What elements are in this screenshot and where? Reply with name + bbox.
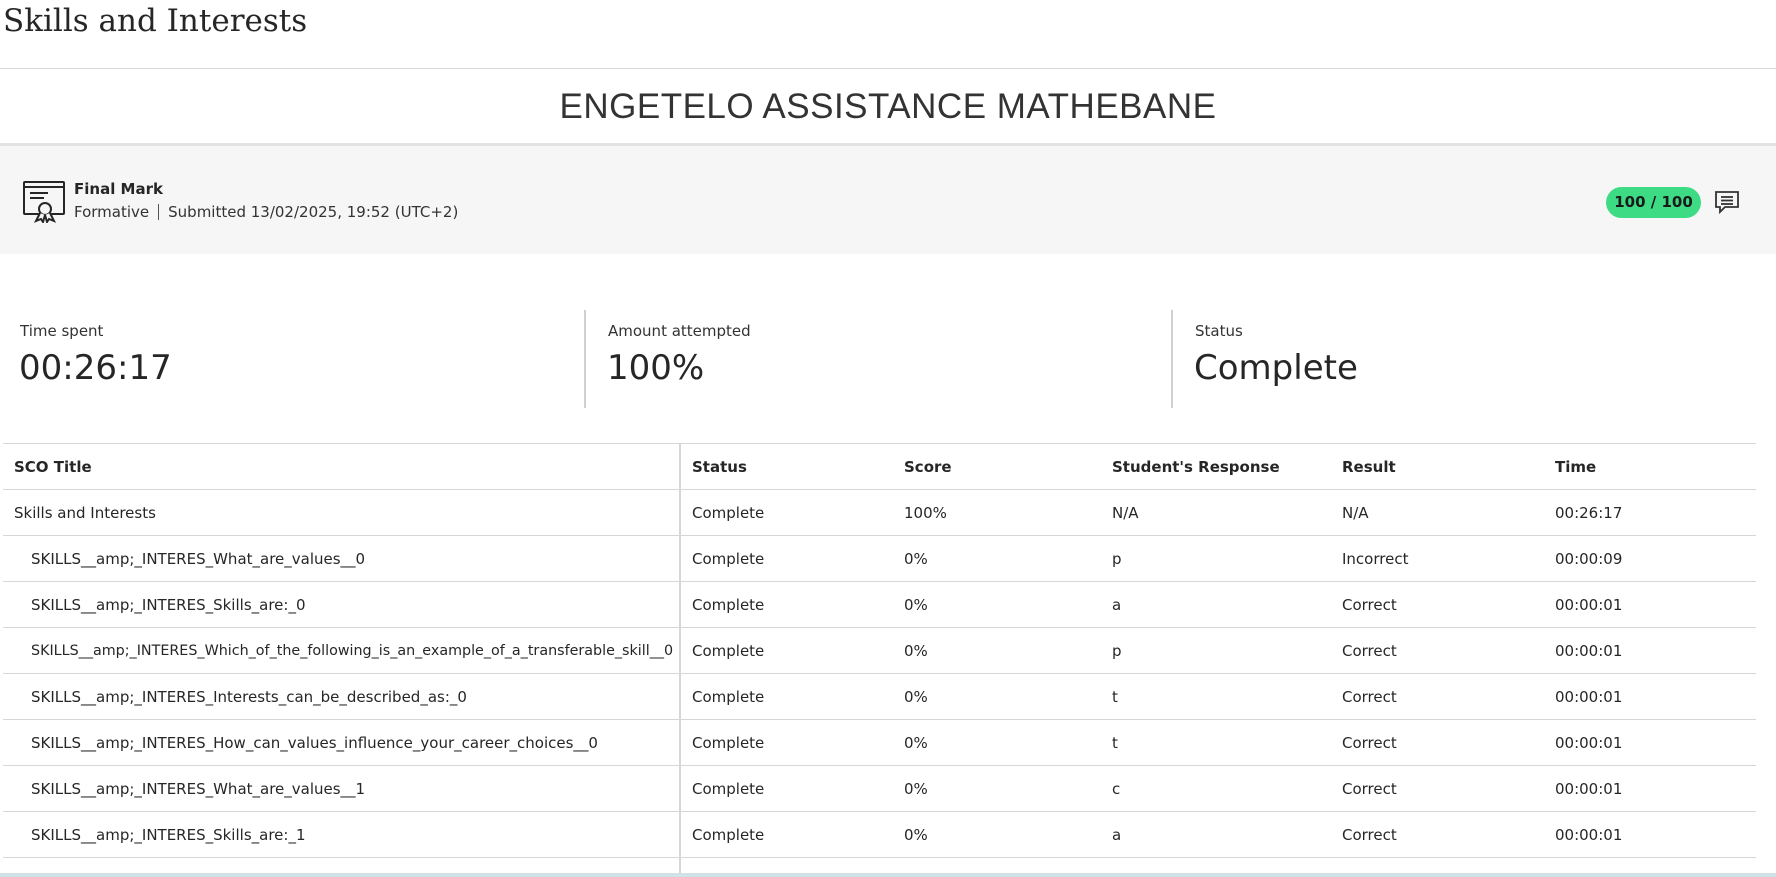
assessment-type: Formative — [74, 203, 150, 221]
final-mark-meta: Formative Submitted 13/02/2025, 19:52 (UT… — [74, 203, 458, 221]
cell-response: p — [1101, 627, 1331, 674]
cell-status: Complete — [680, 627, 893, 674]
cell-result: Correct — [1331, 765, 1544, 812]
cell-time: 00:00:01 — [1544, 627, 1756, 674]
cell-response: a — [1101, 811, 1331, 858]
stat-amount-attempted: Amount attempted 100% — [588, 310, 1173, 410]
cell-title: SKILLS__amp;_INTERES_What_are_values__0 — [3, 535, 681, 582]
cell-result: Correct — [1331, 581, 1544, 628]
header-sco-title: SCO Title — [3, 443, 681, 490]
header-score: Score — [893, 443, 1101, 490]
cell-time: 00:00:01 — [1544, 811, 1756, 858]
cell-title: SKILLS__amp;_INTERES_What_are_values__1 — [3, 765, 681, 812]
table-row: SKILLS__amp;_INTERES_What_are_values__0 … — [3, 535, 1756, 582]
table-row: Skills and Interests Complete 100% N/A N… — [3, 489, 1756, 536]
cell-score: 0% — [893, 811, 1101, 858]
table-row: SKILLS__amp;_INTERES_Skills_are:_0 Compl… — [3, 581, 1756, 628]
cell-response: t — [1101, 719, 1331, 766]
cell-score: 0% — [893, 719, 1101, 766]
table-row: SKILLS__amp;_INTERES_Interests_can_be_de… — [3, 673, 1756, 720]
score-badge: 100 / 100 — [1606, 187, 1701, 218]
cell-status: Complete — [680, 535, 893, 582]
cell-time: 00:00:01 — [1544, 765, 1756, 812]
cell-title: SKILLS__amp;_INTERES_Which_of_the_follow… — [3, 627, 681, 674]
cell-status: Complete — [680, 811, 893, 858]
cell-response: c — [1101, 765, 1331, 812]
cell-result: N/A — [1331, 489, 1544, 536]
stat-value: 100% — [607, 348, 705, 388]
table-row: SKILLS__amp;_INTERES_Which_of_the_follow… — [3, 627, 1756, 674]
cell-response: a — [1101, 581, 1331, 628]
cell-result: Incorrect — [1331, 535, 1544, 582]
cell-status: Complete — [680, 719, 893, 766]
cell-result: Correct — [1331, 627, 1544, 674]
stat-value: Complete — [1194, 348, 1358, 388]
cell-score: 100% — [893, 489, 1101, 536]
stat-divider — [1171, 310, 1173, 408]
cell-status: Complete — [680, 581, 893, 628]
cell-time: 00:00:01 — [1544, 581, 1756, 628]
cell-response: p — [1101, 535, 1331, 582]
table-header-row: SCO Title Status Score Student's Respons… — [3, 443, 1756, 490]
page-bottom-edge — [0, 873, 1776, 877]
cell-time: 00:00:01 — [1544, 719, 1756, 766]
stat-divider — [584, 310, 586, 408]
header-time: Time — [1544, 443, 1756, 490]
cell-status: Complete — [680, 489, 893, 536]
cell-score: 0% — [893, 765, 1101, 812]
stat-label: Time spent — [20, 322, 104, 340]
meta-separator — [158, 204, 160, 220]
cell-score: 0% — [893, 581, 1101, 628]
comment-icon[interactable] — [1713, 188, 1741, 216]
cell-response: t — [1101, 673, 1331, 720]
cell-time: 00:00:01 — [1544, 673, 1756, 720]
header-result: Result — [1331, 443, 1544, 490]
submitted-date: Submitted 13/02/2025, 19:52 (UTC+2) — [168, 203, 459, 221]
page: Skills and Interests ENGETELO ASSISTANCE… — [0, 0, 1776, 877]
sco-table: SCO Title Status Score Student's Respons… — [3, 443, 1756, 877]
cell-title: SKILLS__amp;_INTERES_Skills_are:_1 — [3, 811, 681, 858]
sco-table-container[interactable]: SCO Title Status Score Student's Respons… — [3, 443, 1756, 877]
cell-title: SKILLS__amp;_INTERES_Skills_are:_0 — [3, 581, 681, 628]
stat-value: 00:26:17 — [19, 348, 172, 388]
header-student-response: Student's Response — [1101, 443, 1331, 490]
header-status: Status — [680, 443, 893, 490]
stat-status: Status Complete — [1175, 310, 1760, 410]
cell-time: 00:26:17 — [1544, 489, 1756, 536]
stat-label: Status — [1195, 322, 1243, 340]
cell-score: 0% — [893, 673, 1101, 720]
stat-time-spent: Time spent 00:26:17 — [0, 310, 585, 410]
cell-score: 0% — [893, 535, 1101, 582]
student-name: ENGETELO ASSISTANCE MATHEBANE — [559, 87, 1217, 126]
page-title: Skills and Interests — [3, 3, 308, 39]
cell-title: Skills and Interests — [3, 489, 681, 536]
divider — [0, 68, 1776, 69]
cell-response: N/A — [1101, 489, 1331, 536]
final-mark-panel: Final Mark Formative Submitted 13/02/2025… — [0, 146, 1776, 254]
table-row: SKILLS__amp;_INTERES_What_are_values__1 … — [3, 765, 1756, 812]
cell-status: Complete — [680, 765, 893, 812]
final-mark-label: Final Mark — [74, 180, 163, 198]
cell-title: SKILLS__amp;_INTERES_Interests_can_be_de… — [3, 673, 681, 720]
cell-title: SKILLS__amp;_INTERES_How_can_values_infl… — [3, 719, 681, 766]
cell-time: 00:00:09 — [1544, 535, 1756, 582]
cell-score: 0% — [893, 627, 1101, 674]
certificate-icon — [22, 179, 66, 225]
cell-result: Correct — [1331, 673, 1544, 720]
cell-result: Correct — [1331, 719, 1544, 766]
cell-result: Correct — [1331, 811, 1544, 858]
table-row: SKILLS__amp;_INTERES_How_can_values_infl… — [3, 719, 1756, 766]
cell-status: Complete — [680, 673, 893, 720]
stat-label: Amount attempted — [608, 322, 751, 340]
table-row: SKILLS__amp;_INTERES_Skills_are:_1 Compl… — [3, 811, 1756, 858]
